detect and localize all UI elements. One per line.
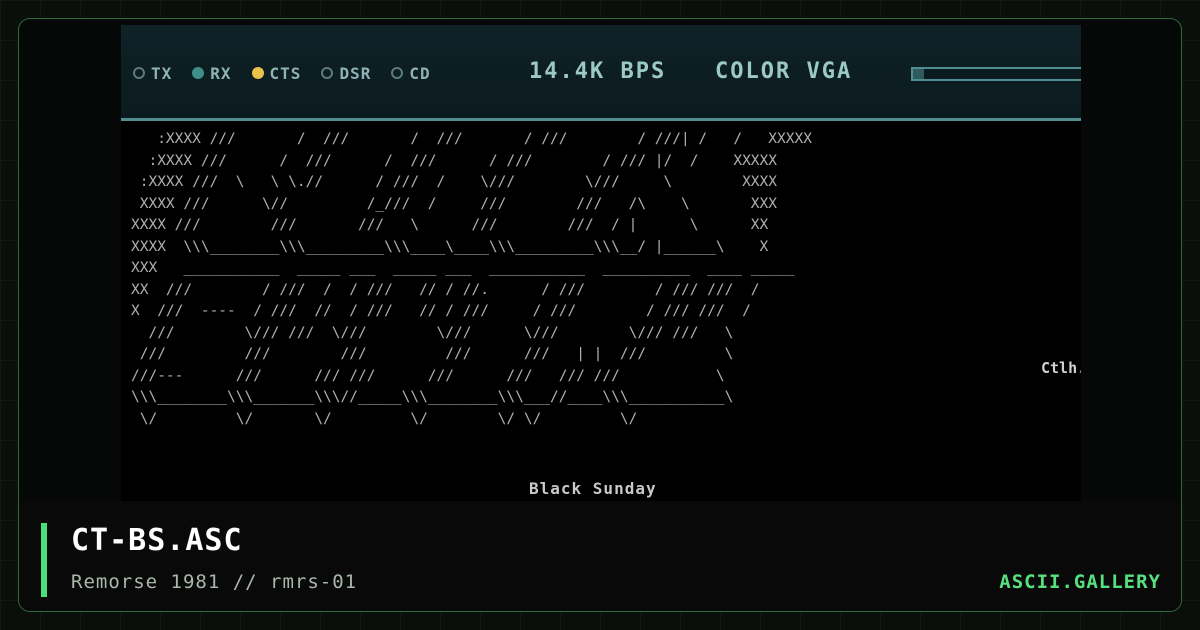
rx-led-icon [192, 67, 205, 79]
indicator-dsr: DSR [321, 64, 371, 83]
indicator-cd: CD [391, 64, 430, 83]
info-bar: CT-BS.ASC Remorse 1981 // rmrs-01 ASCII.… [19, 501, 1181, 611]
indicator-label: TX [151, 63, 173, 83]
file-title: CT-BS.ASC [71, 523, 243, 558]
file-subtitle: Remorse 1981 // rmrs-01 [71, 571, 358, 593]
art-caption: Black Sunday [529, 479, 657, 498]
display-mode: COLOR VGA [715, 59, 853, 84]
artist-tag: Ctlh. [1041, 359, 1081, 377]
indicator-label: DSR [339, 63, 372, 83]
terminal-screen: TX RX CTS DSR CD 14.4K BPS COLOR VGA:XX… [121, 25, 1081, 503]
indicator-rx: RX [192, 64, 231, 83]
ascii-art-area: :XXXX /// / /// / /// / /// / ///| / / X… [121, 123, 1081, 503]
indicator-cts: CTS [251, 63, 302, 83]
indicator-label: CD [409, 63, 431, 83]
indicator-tx: TX [133, 64, 172, 83]
tx-led-icon [133, 67, 145, 79]
indicator-label: CTS [269, 63, 302, 83]
cts-led-icon [251, 67, 264, 79]
modem-status-bar: TX RX CTS DSR CD 14.4K BPS COLOR VGA [121, 25, 1081, 121]
indicator-label: RX [210, 63, 232, 83]
ascii-art: :XXXX /// / /// / /// / /// / ///| / / X… [131, 131, 812, 427]
cd-led-icon [391, 67, 404, 79]
site-brand[interactable]: ASCII.GALLERY [999, 571, 1161, 593]
baud-rate: 14.4K BPS [529, 59, 667, 84]
dsr-led-icon [321, 67, 334, 79]
progress-fill [913, 69, 925, 79]
accent-bar [41, 523, 47, 597]
signal-indicators: TX RX CTS DSR CD [133, 61, 431, 85]
card-frame: TX RX CTS DSR CD 14.4K BPS COLOR VGA:XX… [18, 18, 1182, 612]
transfer-progress-bar [911, 67, 1081, 81]
